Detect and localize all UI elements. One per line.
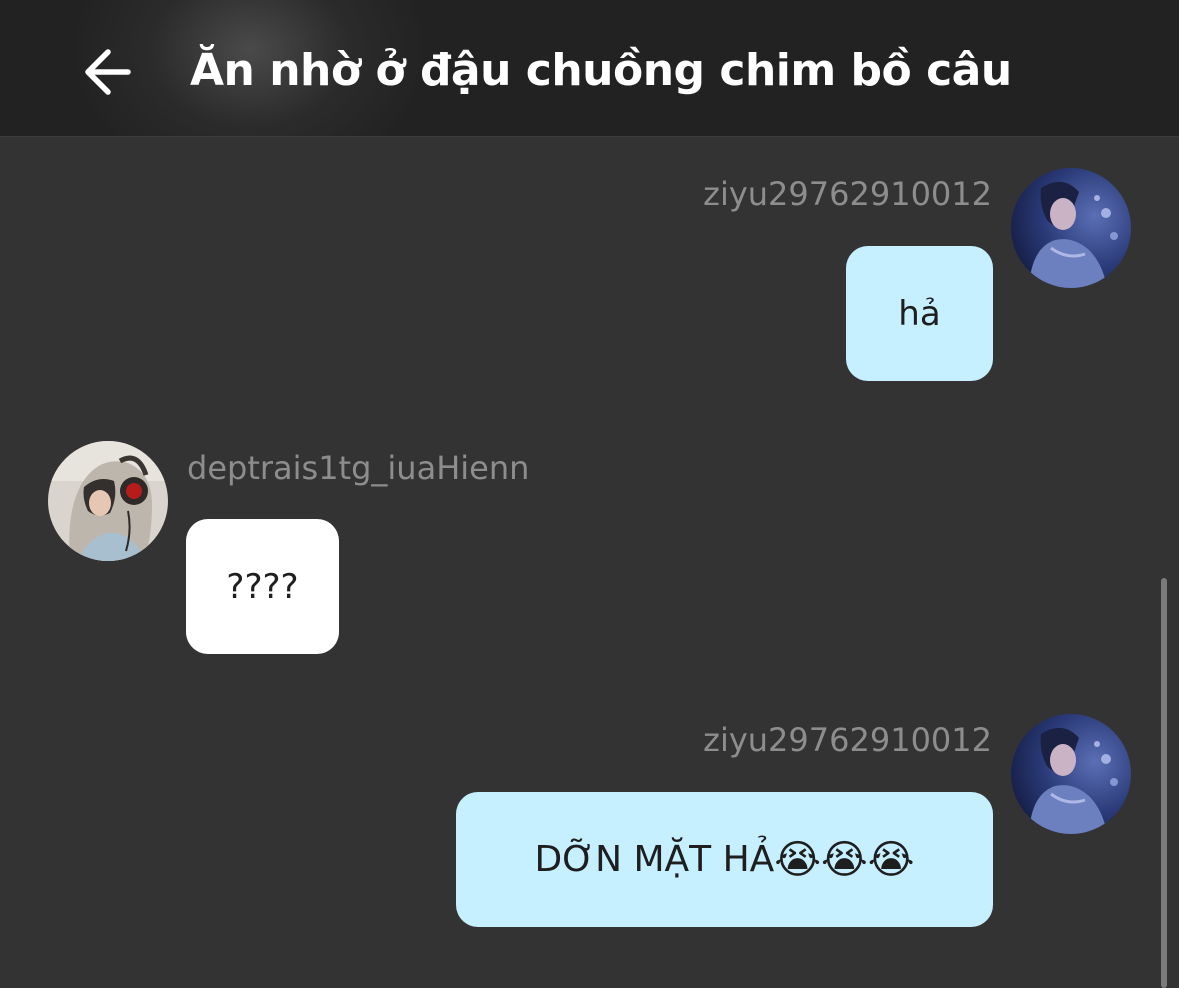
message-sender-name: ziyu29762910012: [703, 721, 992, 759]
avatar[interactable]: [1011, 168, 1131, 288]
message-sender-name: ziyu29762910012: [703, 175, 992, 213]
back-button[interactable]: [78, 40, 138, 104]
message-bubble: hả: [846, 246, 993, 381]
avatar[interactable]: [48, 441, 168, 561]
message-text: DỠN MẶT HẢ: [534, 839, 775, 880]
crying-face-emoji: 😭😭😭: [774, 836, 915, 883]
message-bubble: DỠN MẶT HẢ 😭😭😭: [456, 792, 993, 927]
chat-header: Ăn nhờ ở đậu chuồng chim bồ câu: [0, 0, 1179, 137]
arrow-left-icon: [85, 49, 131, 95]
avatar[interactable]: [1011, 714, 1131, 834]
message-sender-name: deptrais1tg_iuaHienn: [187, 449, 530, 487]
message-bubble: ????: [186, 519, 339, 654]
scrollbar[interactable]: [1161, 578, 1167, 988]
chat-title: Ăn nhờ ở đậu chuồng chim bồ câu: [190, 45, 1012, 96]
